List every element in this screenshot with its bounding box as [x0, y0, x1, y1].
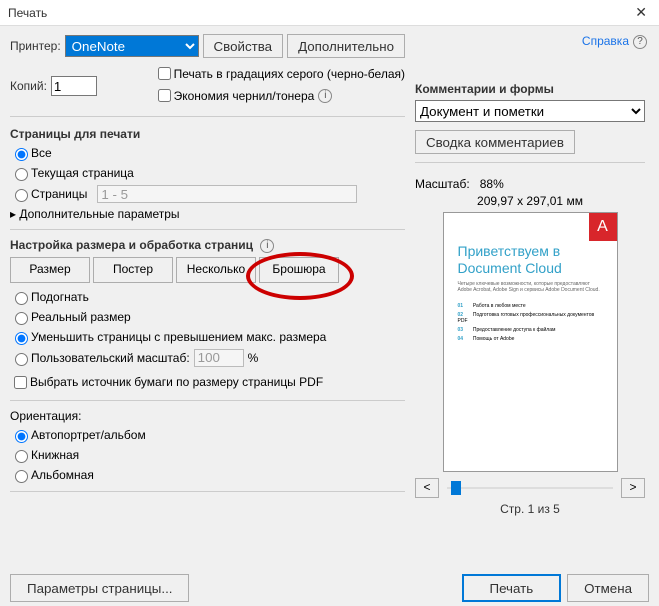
- pages-all-label: Все: [31, 146, 52, 160]
- dimensions-label: 209,97 x 297,01 мм: [415, 194, 645, 208]
- window-title: Печать: [8, 6, 47, 20]
- printer-select[interactable]: OneNote: [65, 35, 199, 57]
- orient-portrait-radio[interactable]: [15, 450, 28, 463]
- grayscale-checkbox[interactable]: [158, 67, 171, 80]
- orient-landscape-radio[interactable]: [15, 470, 28, 483]
- tab-size[interactable]: Размер: [10, 257, 90, 283]
- advanced-button[interactable]: Дополнительно: [287, 34, 405, 58]
- fit-radio[interactable]: [15, 292, 28, 305]
- preview-doc-sub: Четыре ключевые возможности, которые пре…: [458, 281, 605, 293]
- copies-label: Копий:: [10, 79, 47, 93]
- preview-list-item: 03 Предоставление доступа к файлам: [458, 327, 605, 333]
- orient-auto-label: Автопортрет/альбом: [31, 428, 146, 442]
- sizing-title: Настройка размера и обработка страниц: [10, 238, 253, 252]
- pages-current-label: Текущая страница: [31, 166, 134, 180]
- comments-select[interactable]: Документ и пометки: [415, 100, 645, 122]
- orient-landscape-label: Альбомная: [31, 468, 94, 482]
- close-icon[interactable]: ✕: [631, 4, 651, 21]
- savink-label: Экономия чернил/тонера: [174, 89, 315, 103]
- shrink-label: Уменьшить страницы с превышением макс. р…: [31, 330, 326, 344]
- pages-current-radio[interactable]: [15, 168, 28, 181]
- pages-range-input[interactable]: [97, 185, 357, 203]
- scale-value: 88%: [480, 177, 504, 191]
- prev-page-button[interactable]: <: [415, 478, 439, 498]
- help-link[interactable]: Справка: [582, 34, 629, 48]
- tab-booklet[interactable]: Брошюра: [259, 257, 339, 283]
- tab-poster[interactable]: Постер: [93, 257, 173, 283]
- custom-scale-radio[interactable]: [15, 353, 28, 366]
- pages-all-radio[interactable]: [15, 148, 28, 161]
- tab-multiple[interactable]: Несколько: [176, 257, 256, 283]
- print-preview: A Приветствуем в Document Cloud Четыре к…: [443, 212, 618, 472]
- paper-source-checkbox[interactable]: [14, 376, 27, 389]
- copies-input[interactable]: [51, 76, 97, 96]
- scale-label: Масштаб:: [415, 177, 470, 191]
- orient-auto-radio[interactable]: [15, 430, 28, 443]
- info-icon[interactable]: i: [260, 239, 274, 253]
- more-options-toggle[interactable]: ▸ Дополнительные параметры: [10, 207, 405, 221]
- properties-button[interactable]: Свойства: [203, 34, 284, 58]
- fit-label: Подогнать: [31, 290, 89, 304]
- preview-list-item: 01 Работа в любом месте: [458, 303, 605, 309]
- orient-portrait-label: Книжная: [31, 448, 79, 462]
- page-slider[interactable]: [447, 478, 613, 498]
- slider-thumb[interactable]: [451, 481, 461, 495]
- actual-label: Реальный размер: [31, 310, 131, 324]
- preview-list-item: 04 Помощь от Adobe: [458, 336, 605, 342]
- info-icon[interactable]: i: [318, 89, 332, 103]
- actual-radio[interactable]: [15, 312, 28, 325]
- pages-range-label: Страницы: [31, 187, 87, 201]
- next-page-button[interactable]: >: [621, 478, 645, 498]
- page-indicator: Стр. 1 из 5: [415, 502, 645, 516]
- printer-label: Принтер:: [10, 39, 61, 53]
- pages-range-radio[interactable]: [15, 189, 28, 202]
- comments-title: Комментарии и формы: [415, 82, 645, 96]
- cancel-button[interactable]: Отмена: [567, 574, 649, 602]
- custom-scale-input[interactable]: [194, 349, 244, 367]
- shrink-radio[interactable]: [15, 332, 28, 345]
- print-button[interactable]: Печать: [462, 574, 562, 602]
- savink-checkbox[interactable]: [158, 89, 171, 102]
- grayscale-label: Печать в градациях серого (черно-белая): [174, 67, 405, 81]
- preview-doc-title: Приветствуем в Document Cloud: [458, 243, 605, 277]
- orientation-title: Ориентация:: [10, 409, 405, 423]
- adobe-badge-icon: A: [589, 213, 617, 241]
- page-setup-button[interactable]: Параметры страницы...: [10, 574, 189, 602]
- preview-list-item: 02 Подготовка готовых профессиональных д…: [458, 312, 605, 324]
- paper-source-label: Выбрать источник бумаги по размеру стран…: [30, 375, 323, 389]
- help-icon[interactable]: ?: [633, 35, 647, 49]
- custom-scale-label: Пользовательский масштаб:: [31, 351, 190, 365]
- percent-label: %: [248, 351, 259, 365]
- pages-section-title: Страницы для печати: [10, 127, 405, 141]
- summarize-comments-button[interactable]: Сводка комментариев: [415, 130, 575, 154]
